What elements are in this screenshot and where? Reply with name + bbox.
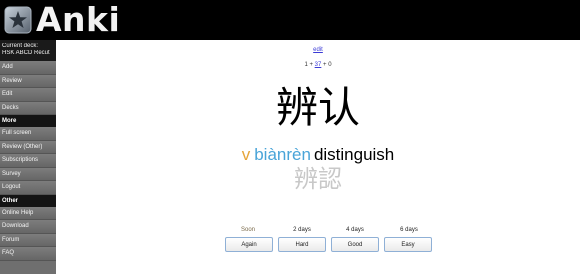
interval-easy: 6 days <box>400 227 418 233</box>
sidebar-item-add[interactable]: Add <box>0 61 56 75</box>
current-deck-info: Current deck: HSK ABCD Recut <box>0 40 56 61</box>
good-button[interactable]: Good <box>331 237 379 252</box>
meaning: distinguish <box>313 145 395 164</box>
review-area: edit 1 + 37 + 0 辨认 v biànrèn distinguish 辨… <box>56 40 580 274</box>
interval-labels: Soon 2 days 4 days 6 days <box>222 227 432 237</box>
part-of-speech: v <box>241 145 251 164</box>
sidebar-item-decks[interactable]: Decks <box>0 101 56 115</box>
card-counts: 1 + 37 + 0 <box>56 62 580 68</box>
sidebar: Current deck: HSK ABCD Recut Add Review … <box>0 40 56 274</box>
sidebar-item-download[interactable]: Download <box>0 220 56 234</box>
interval-hard: 2 days <box>293 227 311 233</box>
anki-logo[interactable]: Anki <box>2 2 120 38</box>
hard-button[interactable]: Hard <box>278 237 326 252</box>
app-title: Anki <box>36 0 121 39</box>
sidebar-item-full-screen[interactable]: Full screen <box>0 127 56 141</box>
again-button[interactable]: Again <box>225 237 273 252</box>
card-answer: v biànrèn distinguish <box>56 144 580 166</box>
sidebar-item-review[interactable]: Review <box>0 74 56 88</box>
current-deck-label: Current deck: <box>2 43 39 49</box>
anki-logo-icon <box>4 6 32 34</box>
sidebar-item-forum[interactable]: Forum <box>0 233 56 247</box>
easy-button[interactable]: Easy <box>384 237 432 252</box>
interval-good: 4 days <box>346 227 364 233</box>
sidebar-header-more: More <box>0 115 56 127</box>
sidebar-item-faq[interactable]: FAQ <box>0 247 56 261</box>
card-question: 辨认 <box>275 83 360 132</box>
current-deck-name: HSK ABCD Recut <box>2 50 50 56</box>
sidebar-item-online-help[interactable]: Online Help <box>0 206 56 220</box>
pinyin: biànrèn <box>254 145 311 164</box>
sidebar-item-logout[interactable]: Logout <box>0 181 56 195</box>
sidebar-item-subscriptions[interactable]: Subscriptions <box>0 154 56 168</box>
interval-again: Soon <box>240 227 255 233</box>
sidebar-header-other: Other <box>0 194 56 207</box>
sidebar-item-edit[interactable]: Edit <box>0 88 56 102</box>
learning-count: 0 <box>328 62 332 68</box>
sidebar-item-survey[interactable]: Survey <box>0 167 56 181</box>
sidebar-item-review-other[interactable]: Review (Other) <box>0 140 56 154</box>
count-separator: + <box>307 62 315 68</box>
edit-link[interactable]: edit <box>56 47 580 53</box>
traditional-characters: 辨認 <box>294 165 342 193</box>
top-bar: Anki <box>0 0 580 40</box>
